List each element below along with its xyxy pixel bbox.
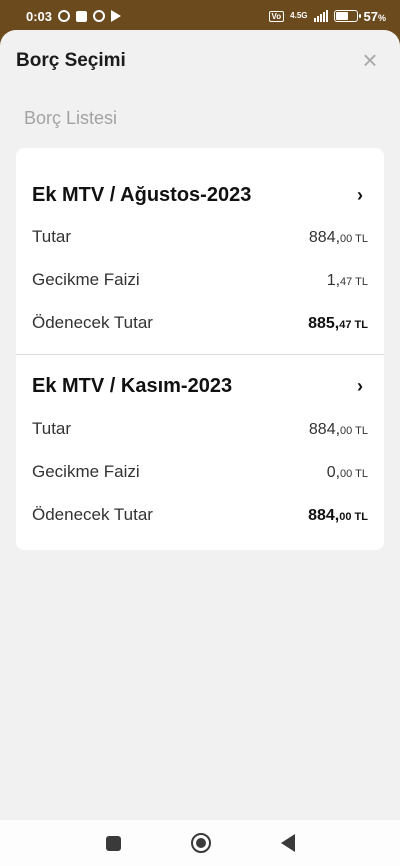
- back-icon[interactable]: [280, 834, 295, 852]
- total-amount-value: 885,47 TL: [308, 315, 368, 332]
- play-store-icon: [111, 10, 122, 22]
- signal-icon: [313, 10, 328, 22]
- recents-icon[interactable]: [105, 835, 121, 851]
- navigation-bar: [0, 820, 400, 866]
- amount-value: 884,00 TL: [308, 421, 368, 438]
- network-type: 4.5G: [290, 11, 308, 20]
- row-label: Gecikme Faizi: [32, 270, 140, 289]
- debt-selection-sheet: Borç Seçimi × Borç Listesi Ek MTV / Ağus…: [0, 30, 400, 820]
- late-interest-row: Gecikme Faizi 0,00 TL: [32, 462, 368, 484]
- amount-row: Tutar 884,00 TL: [32, 419, 368, 441]
- home-icon[interactable]: [190, 833, 211, 853]
- row-label: Tutar: [32, 419, 72, 438]
- chevron-right-icon[interactable]: ›: [352, 185, 368, 206]
- payable-total-row: Ödenecek Tutar 885,47 TL: [32, 313, 368, 335]
- status-time: 0:03: [26, 8, 53, 24]
- sheet-header: Borç Seçimi ×: [16, 47, 390, 74]
- square-notification-icon: [76, 10, 88, 22]
- total-amount-value: 884,00 TL: [308, 507, 368, 524]
- sheet-title: Borç Seçimi: [16, 50, 126, 71]
- row-label: Tutar: [32, 227, 72, 246]
- amount-value: 884,00 TL: [308, 229, 368, 246]
- debt-title: Ek MTV / Ağustos-2023: [32, 183, 252, 206]
- chevron-right-icon[interactable]: ›: [352, 376, 368, 397]
- section-title: Borç Listesi: [24, 108, 118, 128]
- debt-title: Ek MTV / Kasım-2023: [32, 374, 233, 397]
- debt-header[interactable]: Ek MTV / Ağustos-2023 ›: [32, 182, 368, 208]
- debt-list-card: Ek MTV / Ağustos-2023 › Tutar 884,00 TL …: [16, 148, 384, 550]
- row-label: Ödenecek Tutar: [32, 505, 153, 524]
- payable-total-row: Ödenecek Tutar 884,00 TL: [32, 505, 368, 527]
- debt-header[interactable]: Ek MTV / Kasım-2023 ›: [32, 373, 368, 399]
- close-button[interactable]: ×: [358, 47, 382, 73]
- debt-item[interactable]: Ek MTV / Ağustos-2023 › Tutar 884,00 TL …: [16, 148, 384, 355]
- row-label: Ödenecek Tutar: [32, 313, 153, 332]
- status-bar: 0:03 Vo 4.5G 57%: [0, 0, 400, 32]
- alarm-icon: [58, 10, 71, 22]
- late-interest-row: Gecikme Faizi 1,47 TL: [32, 270, 368, 292]
- battery-percent: 57%: [363, 8, 386, 24]
- amount-value: 0,00 TL: [326, 464, 368, 481]
- amount-row: Tutar 884,00 TL: [32, 227, 368, 249]
- row-label: Gecikme Faizi: [32, 462, 140, 481]
- battery-icon: [333, 10, 361, 22]
- amount-value: 1,47 TL: [326, 272, 368, 289]
- debt-item[interactable]: Ek MTV / Kasım-2023 › Tutar 884,00 TL Ge…: [16, 355, 384, 550]
- volte-icon: Vo: [268, 10, 285, 22]
- status-bar-left: 0:03: [26, 8, 122, 24]
- status-bar-right: Vo 4.5G 57%: [268, 8, 386, 24]
- clock-icon: [93, 10, 106, 22]
